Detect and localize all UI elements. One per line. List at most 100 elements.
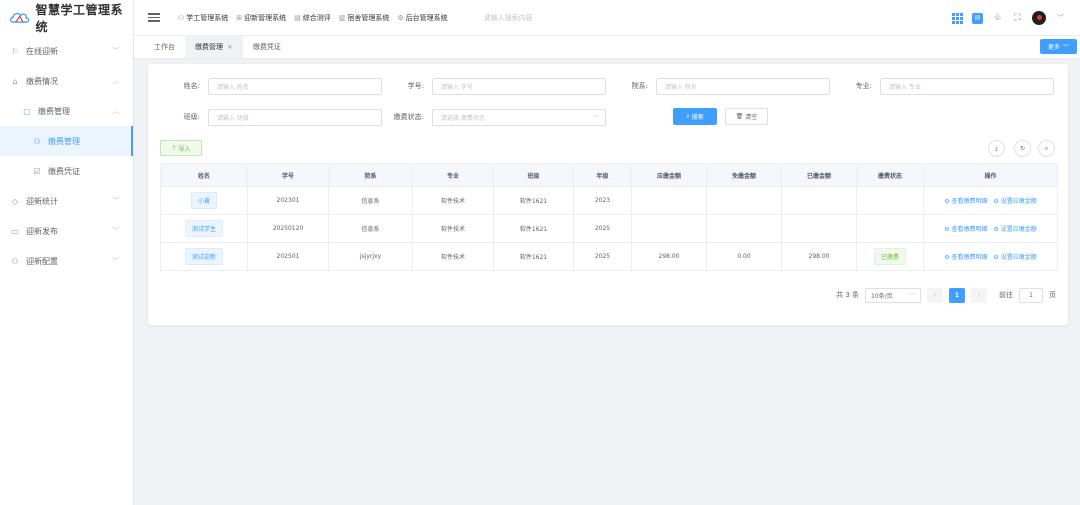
message-icon[interactable]: ✉ (972, 12, 983, 24)
view-details-link[interactable]: ⚙ 查看缴费明细 (944, 226, 987, 233)
document-icon: ▢ (23, 106, 31, 116)
chevron-down-icon: ﹀ (1062, 44, 1069, 51)
status-select[interactable]: 请选择 缴费状态 ﹀ (432, 108, 606, 126)
user-icon: ⚇ (11, 256, 19, 266)
set-due-amount-label: 设置应缴金额 (1000, 226, 1037, 233)
sidebar-item-welcome-config[interactable]: ⚇ 迎新配置 ﹀ (0, 246, 133, 276)
search-toggle-icon[interactable]: ⌕ (1038, 140, 1055, 157)
sidebar-item-online-welcome[interactable]: ⚐ 在线迎新 ﹀ (0, 36, 133, 66)
sidebar-item-payment-status[interactable]: ⌂ 缴费情况 ︿ (0, 66, 133, 96)
due-amount-cell (631, 214, 707, 243)
class-input[interactable]: 请输入 班级 (208, 108, 382, 126)
waived-amount-cell: 0.00 (706, 242, 782, 271)
topnav-item-label: 迎新管理系统 (244, 13, 287, 22)
sidebar-item-payment-management-group[interactable]: ▢ 缴费管理 ︿ (0, 96, 133, 126)
global-search-input[interactable]: 请输入搜索内容 (484, 13, 604, 23)
topnav-item-dormitory[interactable]: ▥ 宿舍管理系统 (339, 13, 390, 23)
paid-amount-cell: 298.00 (781, 242, 857, 271)
import-button-label: 导入 (178, 145, 191, 153)
payment-table: 姓名 学号 院系 专业 班级 年级 应缴金额 免缴金额 已缴金额 缴费状态 操作… (160, 163, 1058, 271)
name-filter: 姓名: 请输入 姓名 (160, 77, 382, 95)
page-size-select[interactable]: 10条/页 ﹀ (865, 287, 921, 303)
apps-grid-icon[interactable] (952, 12, 963, 24)
major-cell: 软件技术 (412, 214, 494, 243)
view-details-link[interactable]: ⚙ 查看缴费明细 (944, 254, 987, 261)
chevron-right-icon: › (977, 291, 981, 299)
page-number-current[interactable]: 1 (949, 287, 965, 303)
goto-page-input[interactable]: 1 (1019, 287, 1043, 303)
user-icon: ⚇ (33, 136, 41, 146)
sidebar-item-payment-management[interactable]: ⚇ 缴费管理 (0, 126, 133, 156)
flag-icon: ⚐ (11, 46, 19, 56)
search-button[interactable]: ⌕ 搜索 (673, 108, 717, 125)
major-filter-label: 专业: (855, 82, 872, 90)
topnav-item-label: 宿舍管理系统 (347, 13, 390, 22)
view-details-link[interactable]: ⚙ 查看缴费明细 (944, 198, 987, 205)
sidebar-item-label: 迎新发布 (26, 226, 58, 236)
table-row: 测试学生 20250120 信息系 软件技术 软件1621 2025 ⚙ 查看缴… (160, 214, 1058, 243)
class-cell: 软件1621 (493, 214, 574, 243)
set-due-amount-link[interactable]: ⚙ 设置应缴金额 (993, 198, 1036, 205)
download-icon[interactable]: ⤓ (988, 140, 1005, 157)
name-cell: 测试迎新 (160, 242, 248, 271)
department-input[interactable]: 请输入 院系 (656, 77, 830, 95)
hamburger-menu-icon[interactable] (148, 13, 160, 22)
name-tag[interactable]: 小黄 (190, 192, 217, 209)
topnav-item-backend[interactable]: ⚙ 后台管理系统 (397, 13, 447, 23)
shirt-icon[interactable]: ♧ (992, 13, 1003, 24)
folder-icon: ▭ (11, 226, 19, 236)
import-button[interactable]: ⇡ 导入 (160, 140, 202, 156)
operations-cell: ⚙ 查看缴费明细 ⚙ 设置应缴金额 (923, 214, 1058, 243)
prev-page-button[interactable]: ‹ (927, 287, 943, 303)
chevron-down-icon[interactable]: ﹀ (1055, 13, 1066, 24)
column-header: 院系 (328, 163, 413, 187)
more-button[interactable]: 更多 ﹀ (1039, 39, 1077, 54)
sidebar-item-label: 缴费凭证 (48, 166, 80, 176)
view-details-label: 查看缴费明细 (951, 254, 988, 261)
topnav-item-student-affairs[interactable]: ⚇ 学工管理系统 (178, 13, 228, 23)
tab-workbench[interactable]: 工作台 (144, 36, 185, 58)
upload-icon: ⇡ (171, 144, 177, 152)
topnav-item-welcome-system[interactable]: ⊞ 迎新管理系统 (236, 13, 286, 23)
search-button-label: 搜索 (691, 114, 704, 121)
sidebar-item-label: 在线迎新 (26, 46, 58, 56)
set-due-amount-link[interactable]: ⚙ 设置应缴金额 (993, 254, 1036, 261)
student-no-input[interactable]: 请输入 学号 (432, 77, 606, 95)
student-no-filter-label: 学号: (407, 82, 424, 90)
major-input[interactable]: 请输入 专业 (880, 77, 1054, 95)
due-amount-cell: 298.00 (631, 242, 707, 271)
sidebar-item-welcome-publish[interactable]: ▭ 迎新发布 ﹀ (0, 216, 133, 246)
fullscreen-icon[interactable]: ⛶ (1012, 13, 1023, 24)
operations-cell: ⚙ 查看缴费明细 ⚙ 设置应缴金额 (923, 242, 1058, 271)
column-header: 班级 (493, 163, 574, 187)
sidebar-item-welcome-stats[interactable]: ◇ 迎新统计 ﹀ (0, 186, 133, 216)
refresh-icon[interactable]: ↻ (1014, 140, 1031, 157)
eye-icon: ⚙ (944, 198, 952, 205)
name-tag[interactable]: 测试迎新 (184, 248, 223, 265)
grade-cell: 2025 (573, 214, 632, 243)
operations-cell: ⚙ 查看缴费明细 ⚙ 设置应缴金额 (923, 186, 1058, 215)
chevron-down-icon: ﹀ (908, 292, 915, 300)
topnav-item-label: 学工管理系统 (186, 13, 229, 22)
close-icon[interactable]: × (227, 43, 233, 51)
student-no-cell: 202501 (247, 242, 329, 271)
column-header: 专业 (412, 163, 494, 187)
tab-payment-management[interactable]: 缴费管理 × (185, 36, 243, 58)
next-page-button[interactable]: › (971, 287, 987, 303)
tab-payment-voucher[interactable]: 缴费凭证 (243, 36, 291, 58)
avatar[interactable] (1032, 11, 1046, 25)
header-actions: ✉ ♧ ⛶ ﹀ (952, 0, 1066, 36)
chevron-down-icon: ﹀ (112, 197, 119, 205)
name-input[interactable]: 请输入 姓名 (208, 77, 382, 95)
class-filter: 班级: 请输入 班级 (160, 108, 382, 126)
name-tag[interactable]: 测试学生 (184, 220, 223, 237)
clear-button[interactable]: 🗑 清空 (725, 108, 768, 125)
topnav-item-evaluation[interactable]: ▤ 综合测评 (294, 13, 331, 23)
grade-cell: 2023 (573, 186, 632, 215)
view-details-label: 查看缴费明细 (951, 226, 988, 233)
sidebar-item-payment-voucher[interactable]: ☑ 缴费凭证 (0, 156, 133, 186)
top-header: ⚇ 学工管理系统 ⊞ 迎新管理系统 ▤ 综合测评 ▥ 宿舍管理系统 ⚙ 后台管理… (134, 0, 1080, 36)
set-due-amount-link[interactable]: ⚙ 设置应缴金额 (993, 226, 1036, 233)
search-icon: ⌕ (686, 112, 690, 120)
settings-icon: ⚙ (993, 198, 1001, 205)
